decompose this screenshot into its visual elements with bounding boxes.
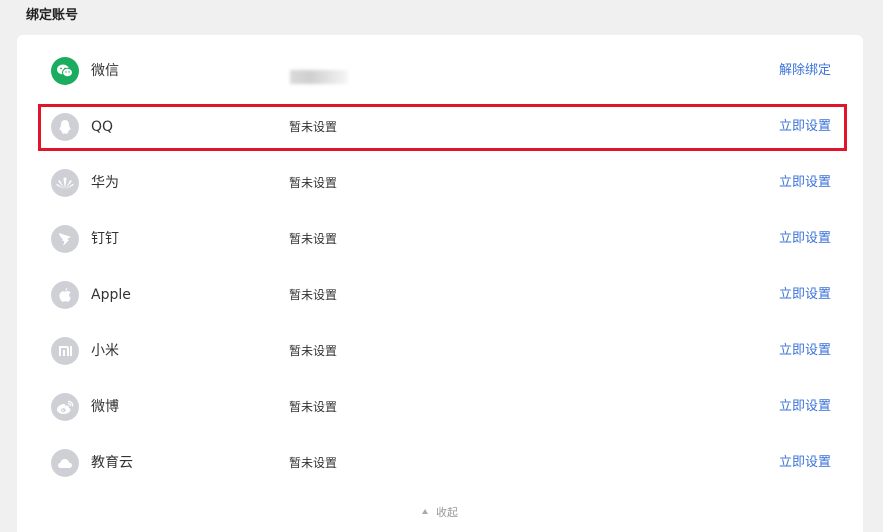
account-status: 暂未设置 xyxy=(289,232,338,246)
account-name: 小米 xyxy=(91,343,119,359)
setup-dingtalk-button[interactable]: 立即设置 xyxy=(779,230,831,248)
account-status: 暂未设置 xyxy=(289,400,338,414)
dingtalk-icon xyxy=(51,225,79,253)
account-name: 钉钉 xyxy=(91,231,119,247)
account-row-xiaomi: 小米 暂未设置 立即设置 xyxy=(17,323,863,379)
setup-edu-cloud-button[interactable]: 立即设置 xyxy=(779,454,831,472)
account-row-dingtalk: 钉钉 暂未设置 立即设置 xyxy=(17,211,863,267)
account-name: Apple xyxy=(91,287,131,303)
cloud-icon xyxy=(51,449,79,477)
collapse-label: 收起 xyxy=(436,506,458,519)
account-name: 微博 xyxy=(91,399,119,415)
section-title: 绑定账号 xyxy=(26,8,79,23)
account-row-apple: Apple 暂未设置 立即设置 xyxy=(17,267,863,323)
account-name: 教育云 xyxy=(91,455,133,471)
account-status: 暂未设置 xyxy=(289,344,338,358)
setup-huawei-button[interactable]: 立即设置 xyxy=(779,174,831,192)
account-row-weibo: 微博 暂未设置 立即设置 xyxy=(17,379,863,435)
collapse-toggle[interactable]: 收起 xyxy=(17,505,863,521)
account-name: QQ xyxy=(91,119,114,135)
weibo-icon xyxy=(51,393,79,421)
wechat-icon xyxy=(51,57,79,85)
apple-icon xyxy=(51,281,79,309)
account-row-wechat: 微信 解除绑定 xyxy=(17,43,863,99)
caret-up-icon xyxy=(422,509,428,514)
unbind-wechat-button[interactable]: 解除绑定 xyxy=(779,62,831,80)
setup-apple-button[interactable]: 立即设置 xyxy=(779,286,831,304)
account-row-qq: QQ 暂未设置 立即设置 xyxy=(17,99,863,155)
setup-xiaomi-button[interactable]: 立即设置 xyxy=(779,342,831,360)
bound-account-blurred xyxy=(290,70,348,84)
account-status: 暂未设置 xyxy=(289,176,338,190)
accounts-card: 微信 解除绑定 QQ 暂未设置 立即设置 华为 暂未设置 立即设置 钉钉 暂未设… xyxy=(17,35,863,532)
account-status: 暂未设置 xyxy=(289,120,338,134)
account-name: 微信 xyxy=(91,63,119,79)
account-status: 暂未设置 xyxy=(289,288,338,302)
huawei-icon xyxy=(51,169,79,197)
account-name: 华为 xyxy=(91,175,119,191)
account-row-edu-cloud: 教育云 暂未设置 立即设置 xyxy=(17,435,863,491)
account-row-huawei: 华为 暂未设置 立即设置 xyxy=(17,155,863,211)
setup-qq-button[interactable]: 立即设置 xyxy=(779,118,831,136)
account-status: 暂未设置 xyxy=(289,456,338,470)
setup-weibo-button[interactable]: 立即设置 xyxy=(779,398,831,416)
qq-icon xyxy=(51,113,79,141)
xiaomi-icon xyxy=(51,337,79,365)
bind-accounts-page: 绑定账号 微信 解除绑定 QQ 暂未设置 立即设置 华为 暂未设置 立即设置 钉… xyxy=(0,0,883,532)
